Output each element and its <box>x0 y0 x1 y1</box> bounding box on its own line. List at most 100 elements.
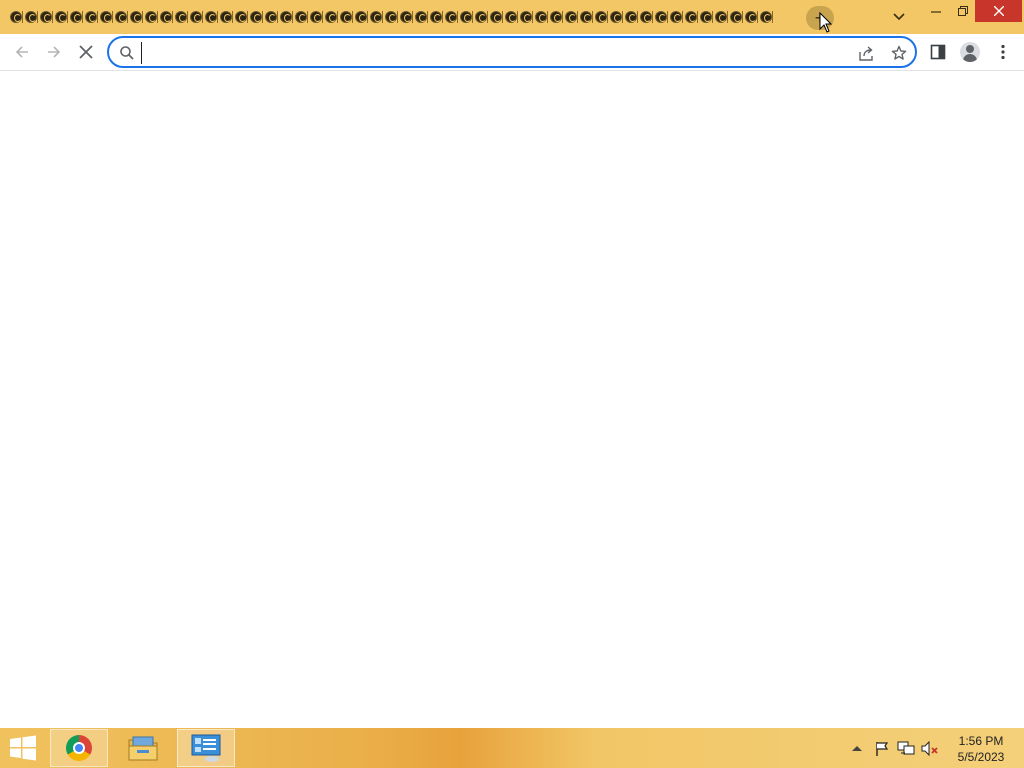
forward-button[interactable] <box>40 38 68 66</box>
browser-tab[interactable] <box>653 7 668 27</box>
stop-button[interactable] <box>72 38 100 66</box>
system-clock[interactable]: 1:56 PM 5/5/2023 <box>946 733 1016 765</box>
browser-tab[interactable] <box>548 7 563 27</box>
clock-date: 5/5/2023 <box>957 750 1005 764</box>
start-button[interactable] <box>8 735 40 761</box>
browser-tab[interactable] <box>83 7 98 27</box>
tab-favicon-icon <box>354 11 367 23</box>
network-icon <box>897 741 915 754</box>
browser-tab[interactable] <box>758 7 773 27</box>
menu-button[interactable] <box>990 39 1016 65</box>
restore-icon <box>957 6 968 16</box>
tab-favicon-icon <box>39 11 52 23</box>
browser-tab[interactable] <box>638 7 653 27</box>
browser-tab[interactable] <box>473 7 488 27</box>
browser-tab[interactable] <box>593 7 608 27</box>
browser-tab[interactable] <box>623 7 638 27</box>
browser-tab[interactable] <box>338 7 353 27</box>
browser-tab[interactable] <box>668 7 683 27</box>
tab-favicon-icon <box>159 11 172 23</box>
browser-tab[interactable] <box>113 7 128 27</box>
browser-tab[interactable] <box>278 7 293 27</box>
browser-tab[interactable] <box>53 7 68 27</box>
browser-tab[interactable] <box>458 7 473 27</box>
tab-favicon-icon <box>399 11 412 23</box>
tab-favicon-icon <box>294 11 307 23</box>
tab-favicon-icon <box>144 11 157 23</box>
browser-tab[interactable] <box>683 7 698 27</box>
browser-tab[interactable] <box>698 7 713 27</box>
browser-tab[interactable] <box>578 7 593 27</box>
browser-tab[interactable] <box>383 7 398 27</box>
tab-favicon-icon <box>84 11 97 23</box>
back-button[interactable] <box>8 38 36 66</box>
tab-favicon-icon <box>489 11 502 23</box>
star-icon <box>891 45 907 60</box>
browser-tab[interactable] <box>293 7 308 27</box>
close-button[interactable] <box>975 0 1022 22</box>
address-input[interactable] <box>141 42 841 64</box>
browser-tab[interactable] <box>443 7 458 27</box>
chevron-down-icon <box>893 13 905 21</box>
browser-tab[interactable] <box>143 7 158 27</box>
browser-tab[interactable] <box>308 7 323 27</box>
share-button[interactable] <box>855 43 877 63</box>
browser-tab[interactable] <box>563 7 578 27</box>
browser-tab[interactable] <box>23 7 38 27</box>
browser-tab[interactable] <box>368 7 383 27</box>
tab-favicon-icon <box>309 11 322 23</box>
browser-tab[interactable] <box>608 7 623 27</box>
side-panel-button[interactable] <box>925 39 951 65</box>
browser-tab[interactable] <box>233 7 248 27</box>
browser-tab[interactable] <box>743 7 758 27</box>
browser-tab[interactable] <box>428 7 443 27</box>
taskbar-chrome[interactable] <box>50 729 108 767</box>
profile-button[interactable] <box>957 39 983 65</box>
browser-tab[interactable] <box>713 7 728 27</box>
mouse-cursor-icon <box>819 12 833 33</box>
browser-tab[interactable] <box>203 7 218 27</box>
tab-search-button[interactable] <box>887 7 911 27</box>
browser-tab[interactable] <box>8 7 23 27</box>
action-center-button[interactable] <box>873 728 891 768</box>
browser-tab[interactable] <box>398 7 413 27</box>
browser-tab[interactable] <box>128 7 143 27</box>
browser-tab[interactable] <box>533 7 548 27</box>
minimize-icon <box>930 11 941 13</box>
browser-tab[interactable] <box>353 7 368 27</box>
browser-tab[interactable] <box>728 7 743 27</box>
browser-tab[interactable] <box>38 7 53 27</box>
browser-toolbar <box>0 34 1024 71</box>
browser-tab[interactable] <box>173 7 188 27</box>
network-button[interactable] <box>896 728 916 768</box>
browser-tab[interactable] <box>488 7 503 27</box>
title-bar: + <box>0 0 1024 34</box>
minimize-button[interactable] <box>922 0 949 22</box>
bookmark-button[interactable] <box>888 43 910 63</box>
browser-tab[interactable] <box>188 7 203 27</box>
browser-tab[interactable] <box>503 7 518 27</box>
browser-tab[interactable] <box>518 7 533 27</box>
close-icon <box>993 6 1004 16</box>
taskbar-control-panel[interactable] <box>177 729 235 767</box>
control-panel-icon <box>191 734 221 762</box>
volume-button[interactable] <box>920 728 940 768</box>
taskbar-file-explorer[interactable] <box>114 729 172 767</box>
browser-tab[interactable] <box>323 7 338 27</box>
browser-tab[interactable] <box>218 7 233 27</box>
show-hidden-icons-button[interactable] <box>849 728 865 768</box>
browser-tab[interactable] <box>263 7 278 27</box>
browser-tab[interactable] <box>248 7 263 27</box>
browser-tab[interactable] <box>158 7 173 27</box>
share-icon <box>858 45 873 61</box>
tab-favicon-icon <box>174 11 187 23</box>
tab-favicon-icon <box>369 11 382 23</box>
browser-tab[interactable] <box>68 7 83 27</box>
tab-favicon-icon <box>9 11 22 23</box>
tab-strip <box>8 7 776 27</box>
address-bar[interactable] <box>107 36 917 68</box>
browser-tab[interactable] <box>413 7 428 27</box>
tab-favicon-icon <box>54 11 67 23</box>
browser-tab[interactable] <box>98 7 113 27</box>
restore-button[interactable] <box>949 0 976 22</box>
